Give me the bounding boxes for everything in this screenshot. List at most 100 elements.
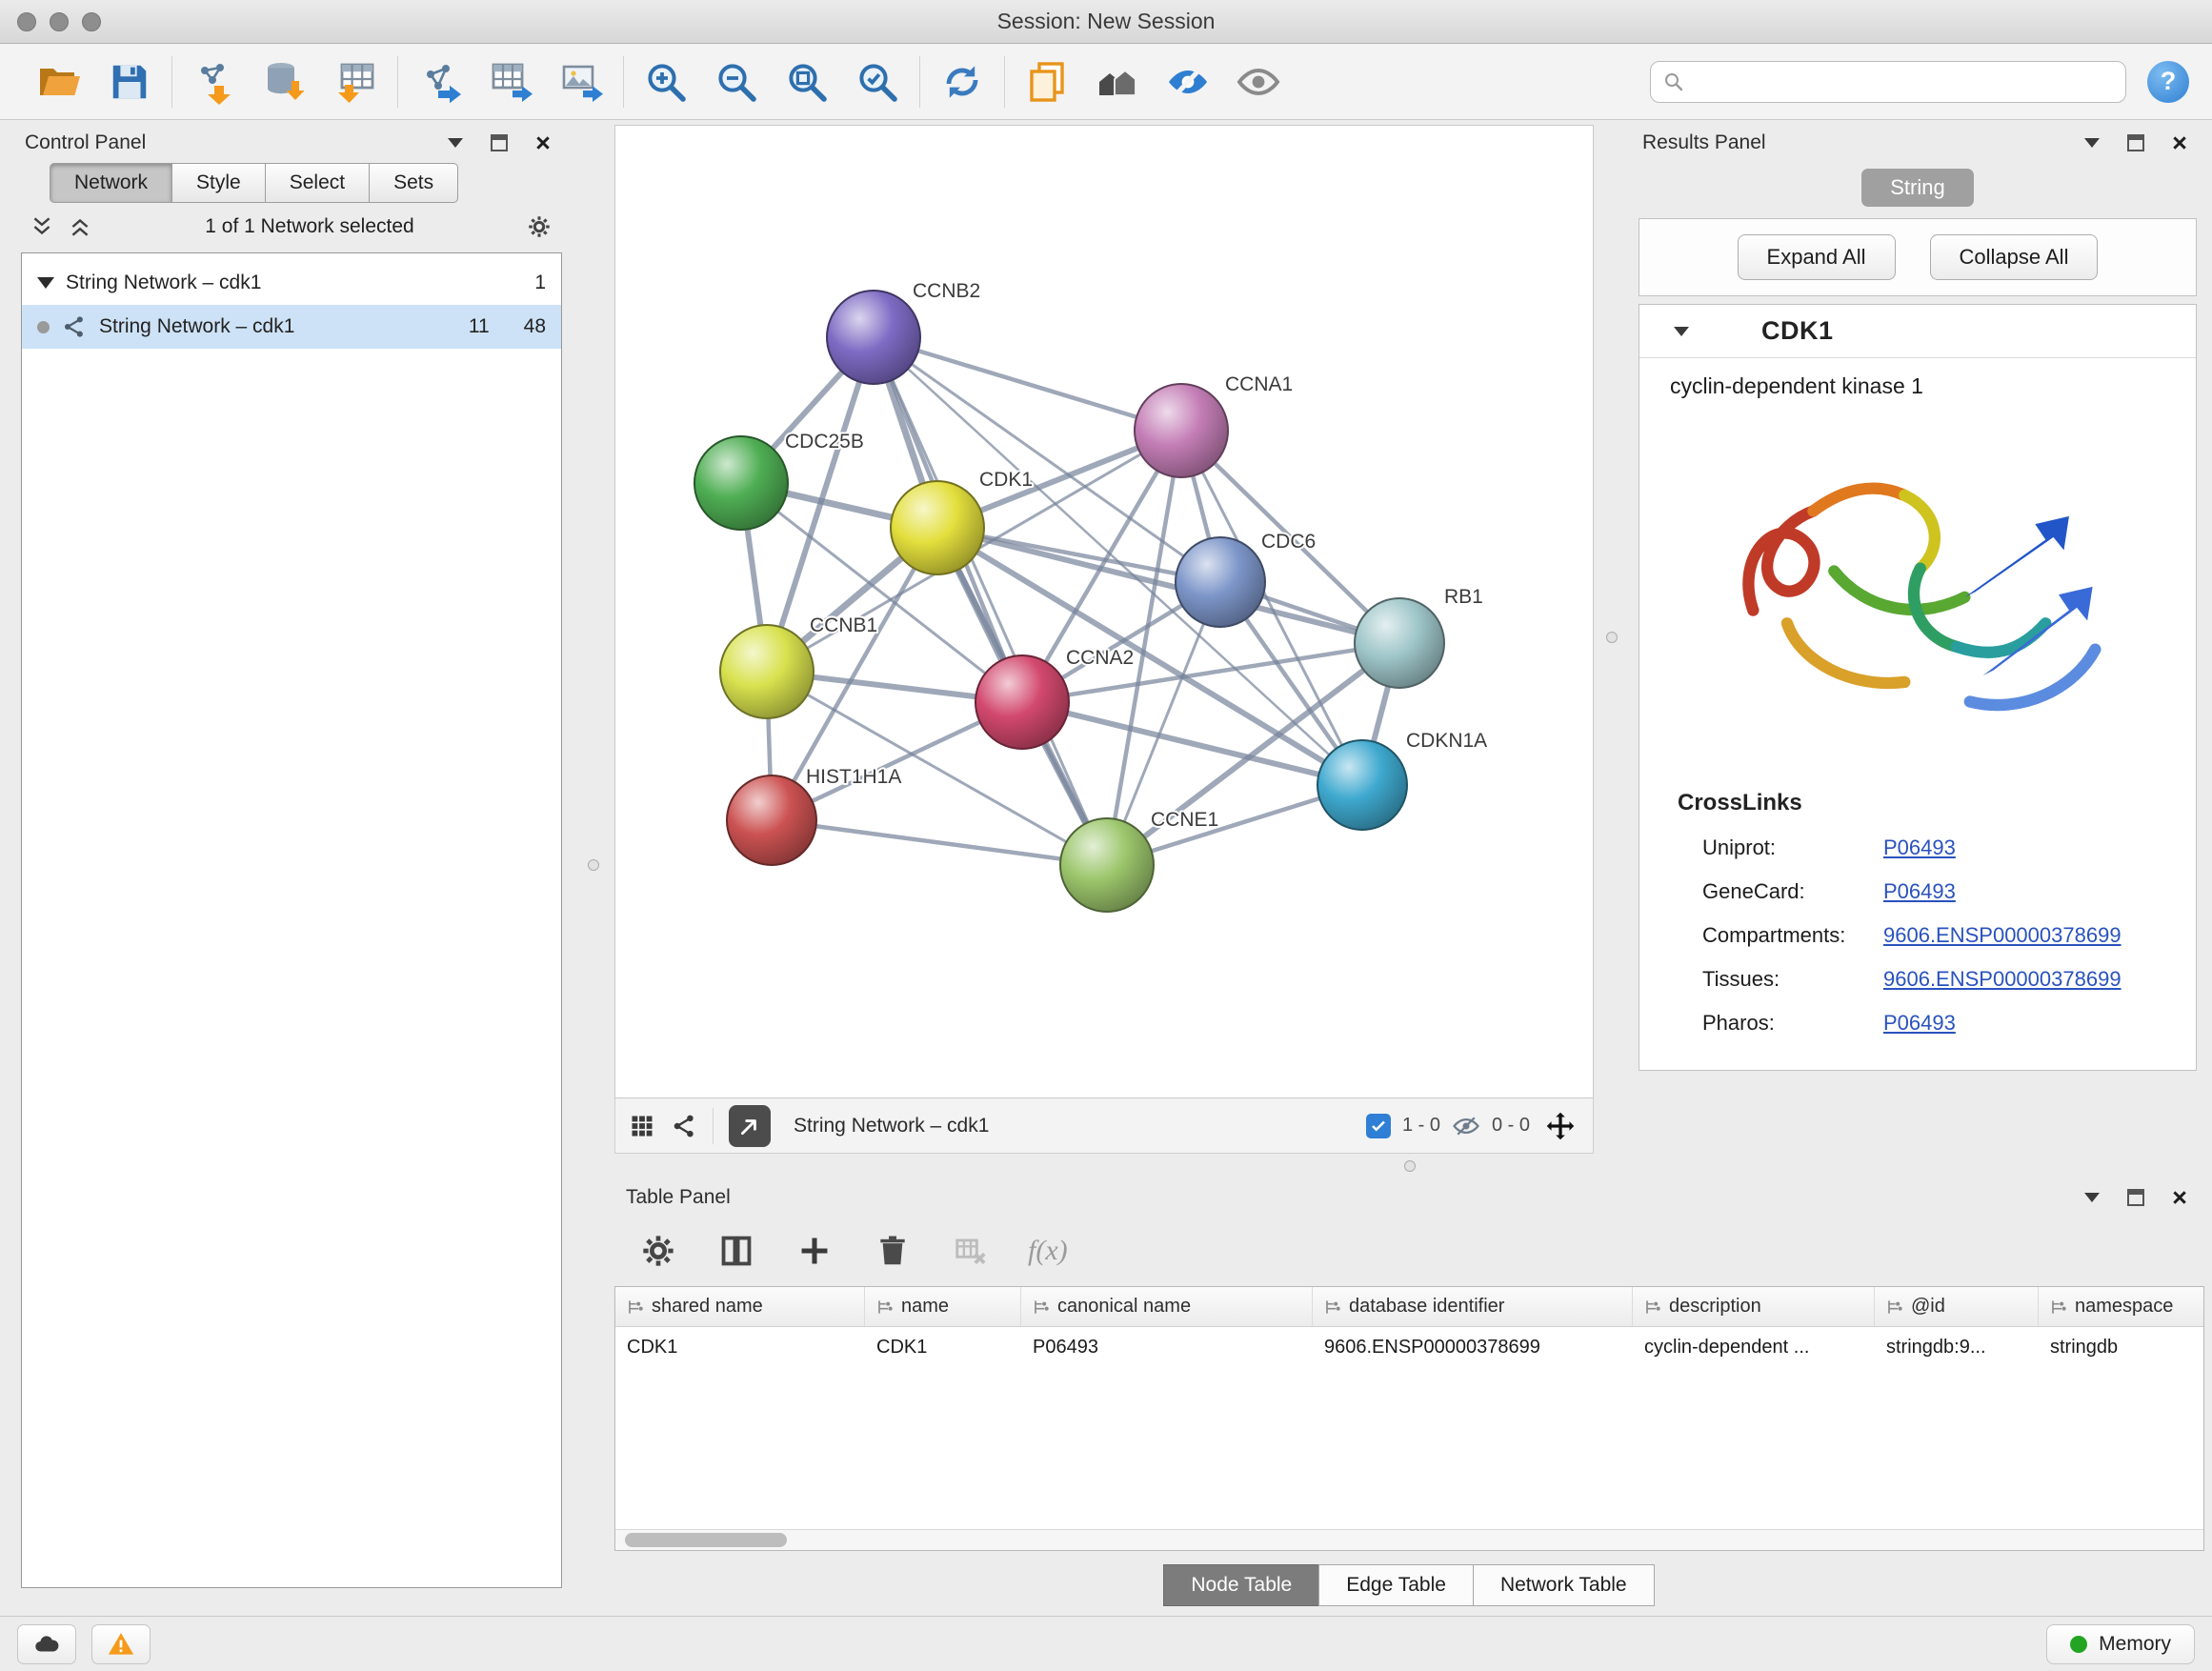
import-table-icon — [332, 59, 378, 105]
export-table-button[interactable] — [484, 55, 537, 109]
birds-eye-view-button[interactable] — [629, 1113, 655, 1139]
selected-items-checkbox[interactable] — [1366, 1114, 1391, 1138]
export-network-button[interactable] — [413, 55, 467, 109]
close-panel-button[interactable]: × — [530, 130, 556, 156]
move-pan-icon[interactable] — [1541, 1107, 1579, 1145]
table-settings-button[interactable] — [637, 1230, 679, 1272]
column-header[interactable]: namespace — [2039, 1287, 2204, 1326]
maximize-window-button[interactable] — [82, 12, 101, 31]
tab-style[interactable]: Style — [172, 163, 266, 203]
cell-shared-name[interactable]: CDK1 — [615, 1327, 865, 1367]
hide-selection-button[interactable] — [1161, 55, 1215, 109]
collapse-all-button[interactable] — [29, 213, 55, 240]
function-builder-button[interactable]: f(x) — [1028, 1235, 1068, 1267]
splitter-handle[interactable] — [1606, 632, 1618, 643]
cloud-status-button[interactable] — [17, 1624, 76, 1664]
clear-table-button[interactable] — [950, 1230, 992, 1272]
column-header[interactable]: description — [1633, 1287, 1875, 1326]
scrollbar-thumb[interactable] — [625, 1533, 787, 1547]
gene-section-header[interactable]: CDK1 — [1639, 305, 2196, 358]
tab-select[interactable]: Select — [266, 163, 370, 203]
add-column-button[interactable] — [794, 1230, 835, 1272]
panel-menu-button[interactable] — [2079, 1184, 2105, 1211]
search-input[interactable] — [1693, 70, 2114, 92]
window-controls — [17, 12, 101, 31]
crosslink-link[interactable]: 9606.ENSP00000378699 — [1883, 923, 2122, 948]
crosslink-link[interactable]: 9606.ENSP00000378699 — [1883, 967, 2122, 992]
splitter-handle[interactable] — [588, 859, 599, 871]
float-panel-button[interactable] — [2122, 1184, 2149, 1211]
table-row[interactable]: CDK1 CDK1 P06493 9606.ENSP00000378699 cy… — [615, 1327, 2203, 1367]
delete-column-button[interactable] — [872, 1230, 914, 1272]
network-collection-row[interactable]: String Network – cdk1 1 — [22, 261, 561, 305]
panel-menu-button[interactable] — [2079, 130, 2105, 156]
close-panel-button[interactable]: × — [2166, 130, 2193, 156]
import-table-button[interactable] — [329, 55, 382, 109]
splitter-handle[interactable] — [1404, 1160, 1416, 1172]
network-canvas[interactable]: CCNB2CCNA1CDC25BCDK1CDC6RB1CCNB1CCNA2CDK… — [614, 125, 1594, 1098]
crosslink-row: Compartments: 9606.ENSP00000378699 — [1639, 914, 2196, 957]
tab-network[interactable]: Network — [50, 163, 172, 203]
zoom-fit-button[interactable] — [780, 55, 834, 109]
save-session-button[interactable] — [103, 55, 156, 109]
float-panel-button[interactable] — [486, 130, 513, 156]
tab-edge-table[interactable]: Edge Table — [1318, 1564, 1474, 1606]
float-panel-button[interactable] — [2122, 130, 2149, 156]
help-button[interactable]: ? — [2147, 61, 2189, 103]
column-header[interactable]: database identifier — [1313, 1287, 1633, 1326]
cell-id[interactable]: stringdb:9... — [1875, 1327, 2039, 1367]
zoom-in-button[interactable] — [639, 55, 693, 109]
crosslink-row: GeneCard: P06493 — [1639, 870, 2196, 914]
collapse-section-icon[interactable] — [1674, 327, 1689, 336]
import-network-database-button[interactable] — [258, 55, 312, 109]
tab-sets[interactable]: Sets — [370, 163, 458, 203]
crosslink-label: Tissues: — [1702, 967, 1883, 992]
search-field[interactable] — [1650, 61, 2126, 103]
column-header[interactable]: @id — [1875, 1287, 2039, 1326]
refresh-button[interactable] — [935, 55, 989, 109]
column-header[interactable]: name — [865, 1287, 1021, 1326]
cell-description[interactable]: cyclin-dependent ... — [1633, 1327, 1875, 1367]
tab-network-table[interactable]: Network Table — [1473, 1564, 1655, 1606]
browser-button[interactable] — [1091, 55, 1144, 109]
float-window-icon — [491, 134, 508, 151]
tab-node-table[interactable]: Node Table — [1163, 1564, 1319, 1606]
column-header[interactable]: shared name — [615, 1287, 865, 1326]
open-folder-icon — [36, 59, 82, 105]
open-session-button[interactable] — [32, 55, 86, 109]
import-network-file-button[interactable] — [188, 55, 241, 109]
expand-all-button[interactable]: Expand All — [1738, 234, 1896, 280]
zoom-selected-button[interactable] — [851, 55, 904, 109]
hidden-items-icon[interactable] — [1452, 1112, 1480, 1140]
cell-database-identifier[interactable]: 9606.ENSP00000378699 — [1313, 1327, 1633, 1367]
gear-icon[interactable] — [526, 213, 553, 240]
edge-count: 48 — [524, 315, 546, 338]
close-panel-button[interactable]: × — [2166, 1184, 2193, 1211]
column-header[interactable]: canonical name — [1021, 1287, 1313, 1326]
collapse-all-button[interactable]: Collapse All — [1930, 234, 2099, 280]
copy-button[interactable] — [1020, 55, 1074, 109]
crosslink-link[interactable]: P06493 — [1883, 836, 1956, 860]
show-all-button[interactable] — [1232, 55, 1285, 109]
open-in-new-window-button[interactable] — [729, 1105, 771, 1147]
crosslink-link[interactable]: P06493 — [1883, 1011, 1956, 1036]
export-image-button[interactable] — [554, 55, 608, 109]
network-row[interactable]: String Network – cdk1 11 48 — [22, 305, 561, 349]
zoom-out-button[interactable] — [710, 55, 763, 109]
memory-button[interactable]: Memory — [2046, 1624, 2195, 1664]
minimize-window-button[interactable] — [50, 12, 69, 31]
warnings-button[interactable] — [91, 1624, 151, 1664]
cell-namespace[interactable]: stringdb — [2039, 1327, 2204, 1367]
import-network-file-icon — [191, 59, 237, 105]
expander-icon[interactable] — [37, 277, 54, 289]
expand-all-button[interactable] — [67, 213, 93, 240]
string-source-badge[interactable]: String — [1861, 169, 1973, 207]
cell-canonical-name[interactable]: P06493 — [1021, 1327, 1313, 1367]
close-window-button[interactable] — [17, 12, 36, 31]
share-network-icon[interactable] — [671, 1113, 697, 1139]
panel-menu-button[interactable] — [442, 130, 469, 156]
show-columns-button[interactable] — [715, 1230, 757, 1272]
horizontal-scrollbar[interactable] — [615, 1529, 2203, 1550]
crosslink-link[interactable]: P06493 — [1883, 879, 1956, 904]
cell-name[interactable]: CDK1 — [865, 1327, 1021, 1367]
